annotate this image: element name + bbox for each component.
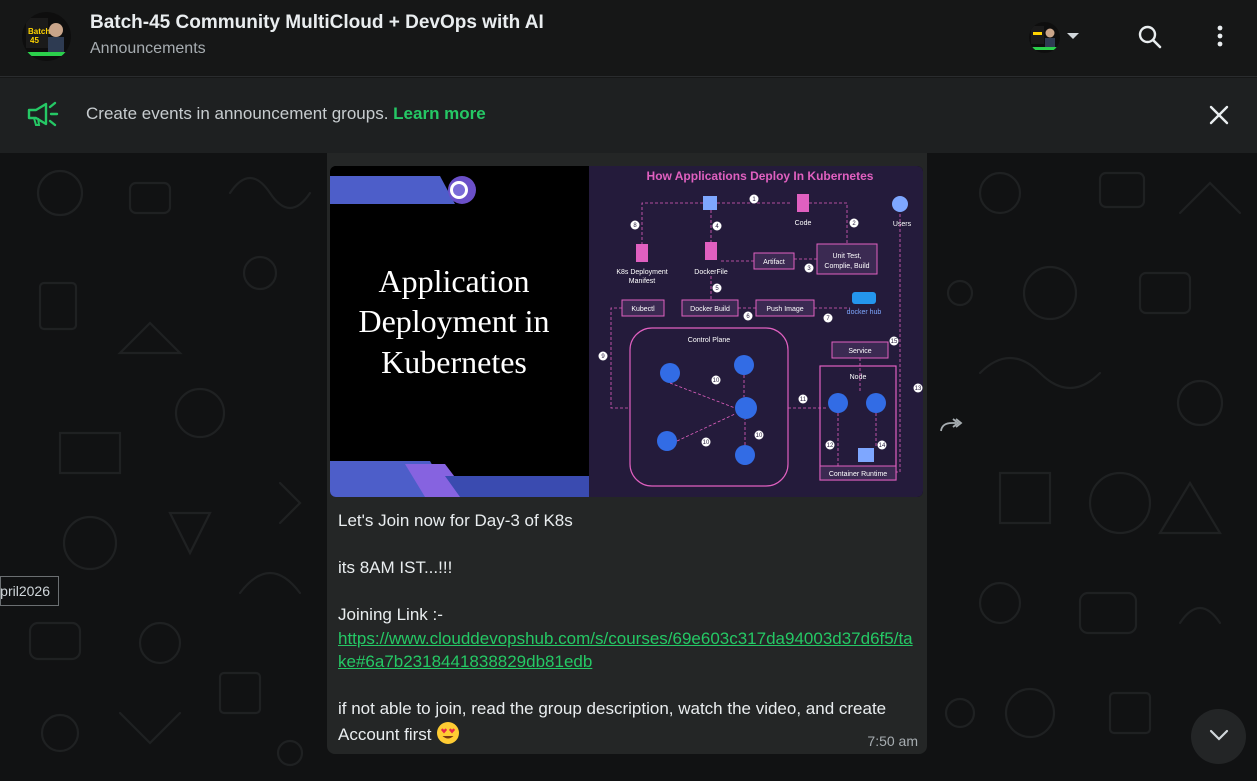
banner-text: Create events in announcement groups. — [86, 104, 389, 123]
label-docker-hub: docker hub — [847, 309, 882, 316]
step-11: 11 — [800, 397, 807, 403]
label-push-image: Push Image — [766, 306, 803, 313]
label-compile: Complie, Build — [824, 263, 869, 270]
joining-link[interactable]: https://www.clouddevopshub.com/s/courses… — [338, 627, 918, 674]
diagram-title: How Applications Deploy In Kubernetes — [647, 169, 874, 183]
message-bubble[interactable]: Application Deployment in Kubernetes How… — [327, 153, 927, 754]
group-avatar[interactable]: Batch 45 — [22, 12, 71, 61]
svg-text:Batch: Batch — [28, 27, 50, 36]
poster-title-line-3: Kubernetes — [381, 344, 527, 380]
message-line-4: if not able to join, read the group desc… — [338, 699, 890, 744]
label-control-plane: Control Plane — [688, 337, 731, 344]
step-10b: 10 — [756, 433, 763, 439]
label-unit-test: Unit Test, — [832, 253, 861, 260]
label-container-runtime: Container Runtime — [829, 471, 887, 478]
community-avatar — [1029, 21, 1060, 53]
label-users: Users — [893, 221, 912, 228]
megaphone-icon — [26, 100, 62, 135]
message-line-1: Let's Join now for Day-3 of K8s — [338, 511, 573, 530]
community-switcher[interactable] — [1029, 21, 1085, 53]
step-15: 15 — [891, 339, 898, 345]
svg-text:45: 45 — [30, 36, 39, 45]
label-k8s-manifest-2: Manifest — [629, 278, 656, 285]
message-time: 7:50 am — [867, 733, 918, 749]
step-10c: 10 — [703, 440, 710, 446]
label-service: Service — [848, 348, 871, 355]
chevron-down-icon — [1209, 728, 1229, 746]
step-12: 12 — [827, 443, 834, 449]
scroll-down-button[interactable] — [1191, 709, 1246, 764]
poster-title-line-1: Application — [378, 263, 529, 299]
label-dockerfile: DockerFile — [694, 269, 728, 276]
banner-message: Create events in announcement groups. Le… — [86, 104, 486, 124]
label-k8s-manifest-1: K8s Deployment — [616, 269, 667, 276]
step-14: 14 — [879, 443, 886, 449]
label-artifact: Artifact — [763, 259, 785, 266]
more-options-icon[interactable] — [1212, 24, 1228, 55]
label-kubectl: Kubectl — [631, 306, 655, 313]
step-13: 13 — [915, 386, 922, 392]
close-icon[interactable] — [1209, 105, 1229, 130]
kubernetes-poster-image[interactable]: Application Deployment in Kubernetes How… — [330, 166, 923, 497]
poster-title-line-2: Deployment in — [358, 303, 549, 339]
search-icon[interactable] — [1137, 24, 1163, 55]
chat-area: Application Deployment in Kubernetes How… — [0, 153, 1257, 781]
date-tooltip: pril2026 — [0, 576, 59, 606]
message-line-2: its 8AM IST...!!! — [338, 558, 453, 577]
message-line-3: Joining Link :- — [338, 605, 443, 624]
group-subtitle[interactable]: Announcements — [90, 40, 206, 58]
chevron-down-icon — [1066, 28, 1080, 46]
label-docker-build: Docker Build — [690, 306, 730, 313]
heart-eyes-emoji-icon — [436, 721, 460, 745]
learn-more-link[interactable]: Learn more — [393, 104, 486, 123]
message-text: Let's Join now for Day-3 of K8s its 8AM … — [338, 509, 918, 746]
group-title[interactable]: Batch-45 Community MultiCloud + DevOps w… — [90, 12, 544, 34]
chat-header: Batch 45 Batch-45 Community MultiCloud +… — [0, 0, 1257, 77]
label-code: Code — [795, 220, 812, 227]
step-10a: 10 — [713, 378, 720, 384]
label-node: Node — [850, 374, 867, 381]
forward-icon[interactable] — [934, 409, 966, 441]
